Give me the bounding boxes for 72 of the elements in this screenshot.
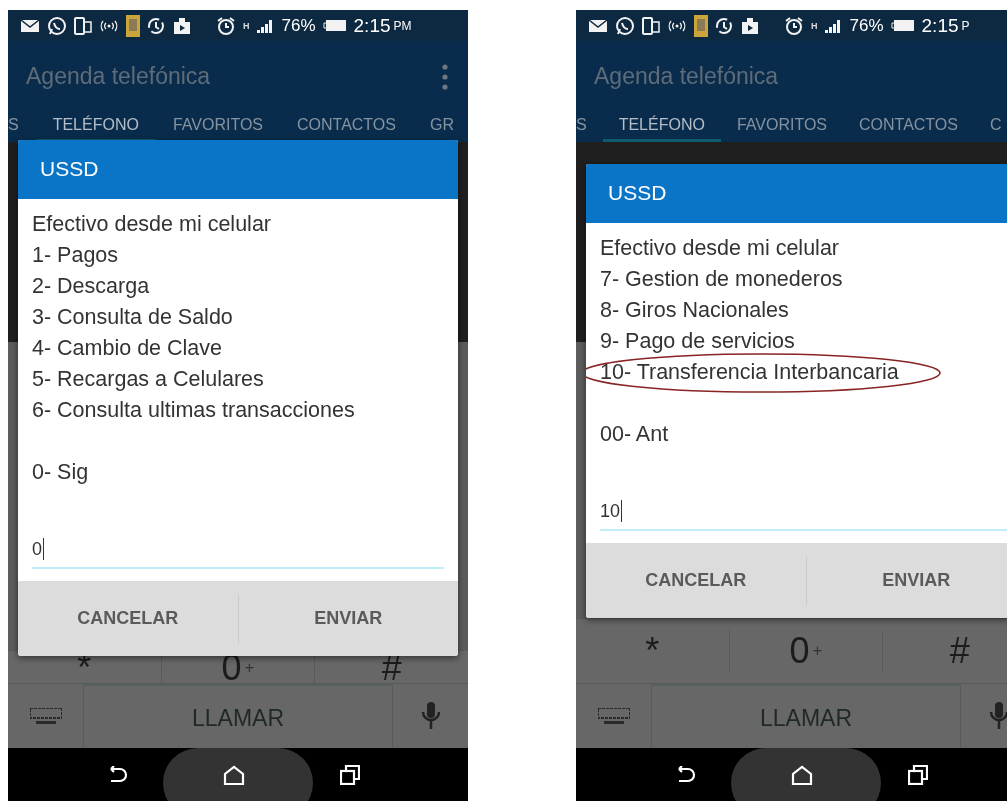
envelope-icon <box>20 18 40 33</box>
send-button[interactable]: ENVIAR <box>806 543 1007 618</box>
microphone-icon[interactable] <box>420 701 441 731</box>
app-title: Agenda telefónica <box>594 63 779 90</box>
network-type-label: H <box>243 20 250 31</box>
recent-apps-icon[interactable] <box>908 764 929 785</box>
devices-icon <box>642 16 660 35</box>
app-title: Agenda telefónica <box>26 63 211 90</box>
devices-icon <box>74 16 92 35</box>
envelope-icon <box>588 18 608 33</box>
menu-option: 00- Ant <box>600 419 669 450</box>
send-button[interactable]: ENVIAR <box>238 581 458 656</box>
clock-period: PM <box>393 18 412 33</box>
keyboard-icon[interactable] <box>29 708 62 724</box>
menu-option: 7- Gestion de monederos <box>600 264 843 295</box>
menu-option: 8- Giros Nacionales <box>600 295 789 326</box>
sync-icon <box>147 16 165 35</box>
dial-key[interactable]: * <box>576 630 729 672</box>
tab[interactable]: C <box>973 116 1007 142</box>
thumbnail-image <box>694 14 708 37</box>
home-icon[interactable] <box>791 764 813 785</box>
menu-option: 5- Recargas a Celulares <box>32 364 264 395</box>
clock-time: 2:15 <box>353 14 391 37</box>
home-icon[interactable] <box>223 764 245 785</box>
battery-percent: 76% <box>849 15 884 36</box>
keyboard-icon[interactable] <box>597 708 630 724</box>
recent-apps-icon[interactable] <box>340 764 361 785</box>
menu-option: 9- Pago de servicios <box>600 326 795 357</box>
menu-option: 10- Transferencia Interbancaria <box>600 357 899 388</box>
tab[interactable]: S <box>8 116 36 142</box>
alarm-clock-icon <box>784 15 804 36</box>
battery-percent: 76% <box>281 15 316 36</box>
menu-option: 6- Consulta ultimas transacciones <box>32 395 355 426</box>
chat-bubble-icon <box>615 15 635 36</box>
chat-bubble-icon <box>47 15 67 36</box>
tab[interactable]: FAVORITOS <box>720 116 843 142</box>
microphone-icon[interactable] <box>988 701 1007 731</box>
input-field[interactable]: 0 <box>32 535 444 569</box>
tab[interactable]: CONTACTOS <box>280 116 413 142</box>
menu-option: 1- Pagos <box>32 240 119 271</box>
screenshot-icon <box>740 16 760 35</box>
battery-icon <box>890 19 915 32</box>
tab[interactable]: FAVORITOS <box>155 116 280 142</box>
menu-option: 0- Sig <box>32 457 89 488</box>
tab[interactable]: S <box>576 116 603 142</box>
dial-key[interactable]: 0$^{+}$ <box>728 630 883 672</box>
wireless-icon <box>99 18 119 33</box>
more-options-icon[interactable] <box>442 63 448 90</box>
menu-option: 4- Cambio de Clave <box>32 333 222 364</box>
sync-icon <box>715 16 733 35</box>
signal-strength-icon <box>824 18 843 33</box>
menu-option: 3- Consulta de Saldo <box>32 302 233 333</box>
screenshot-icon <box>172 16 192 35</box>
battery-icon <box>322 19 347 32</box>
clock-period: P <box>961 18 970 33</box>
signal-strength-icon <box>256 18 275 33</box>
alarm-clock-icon <box>216 15 236 36</box>
input-field[interactable]: 10 <box>600 497 1007 531</box>
message-text: Efectivo desde mi celular <box>600 235 839 262</box>
dialog-title: USSD <box>586 164 1007 223</box>
clock-time: 2:15 <box>921 14 959 37</box>
network-type-label: H <box>811 20 818 31</box>
tab[interactable]: GR <box>412 116 468 142</box>
tab[interactable]: CONTACTOS <box>843 116 974 142</box>
cancel-button[interactable]: CANCELAR <box>586 543 806 618</box>
dial-key[interactable]: # <box>882 630 1007 672</box>
cancel-button[interactable]: CANCELAR <box>18 581 238 656</box>
wireless-icon <box>667 18 687 33</box>
message-text: Efectivo desde mi celular <box>32 211 271 238</box>
thumbnail-image <box>126 14 140 37</box>
dialog-title: USSD <box>18 140 458 199</box>
menu-option: 2- Descarga <box>32 271 150 302</box>
